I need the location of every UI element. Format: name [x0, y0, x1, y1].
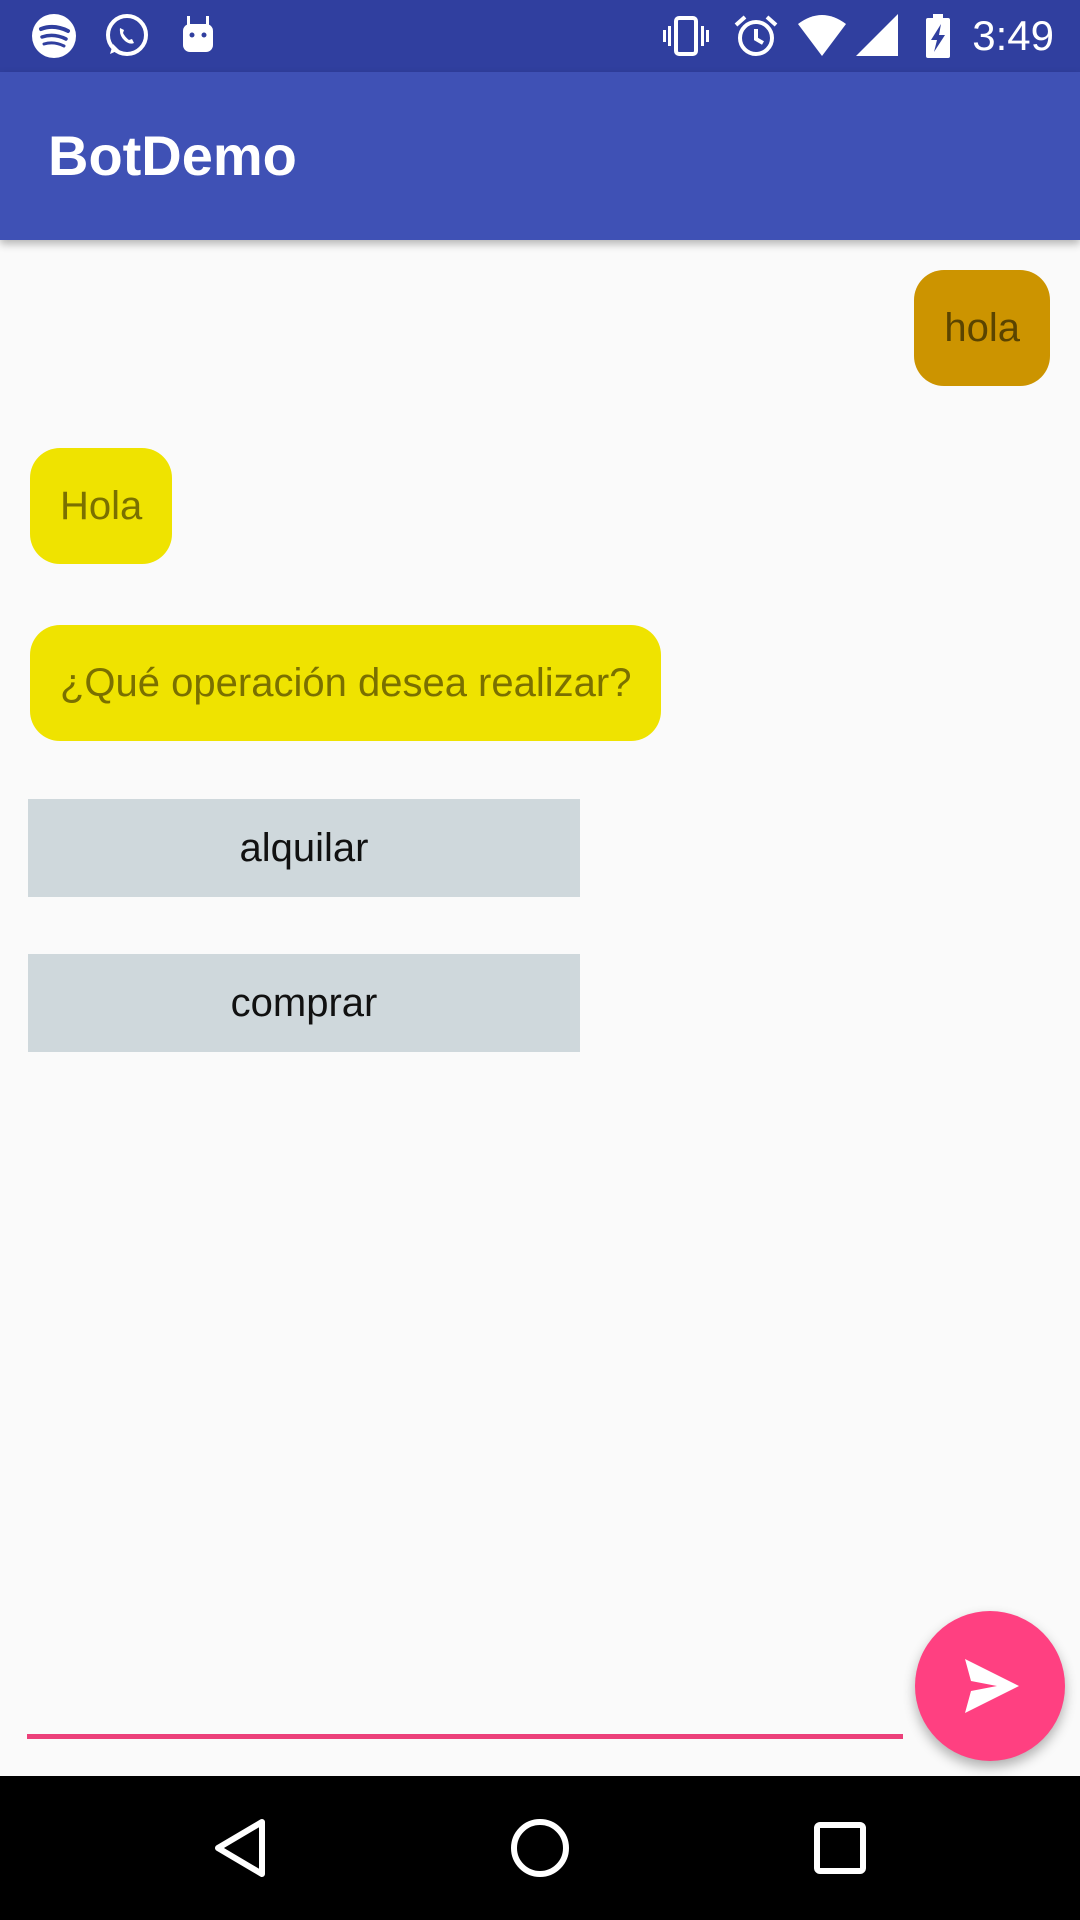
- user-message-bubble: hola: [914, 270, 1050, 386]
- battery-charging-icon: [914, 12, 962, 60]
- message-input[interactable]: [27, 1640, 903, 1734]
- wifi-icon: [798, 12, 846, 60]
- status-time: 3:49: [972, 12, 1054, 59]
- spotify-icon: [30, 12, 78, 60]
- option-button-comprar[interactable]: comprar: [28, 954, 580, 1052]
- vibrate-icon: [662, 12, 710, 60]
- send-icon: [915, 1611, 1065, 1761]
- android-debug-icon: [174, 12, 222, 60]
- app-title: BotDemo: [48, 124, 297, 187]
- status-bar: 3:49: [0, 0, 1080, 72]
- send-button[interactable]: [915, 1611, 1065, 1761]
- chat-list[interactable]: hola Hola ¿Qué operación desea realizar?…: [0, 240, 1080, 1776]
- recent-apps-icon[interactable]: [790, 1798, 890, 1898]
- navigation-bar: [0, 1776, 1080, 1920]
- bot-message-bubble: ¿Qué operación desea realizar?: [30, 625, 662, 741]
- option-button-alquilar[interactable]: alquilar: [28, 799, 580, 897]
- screen: 3:49 BotDemo hola Hola ¿Qué operación de…: [0, 0, 1080, 1920]
- home-icon[interactable]: [490, 1798, 590, 1898]
- signal-icon: [854, 12, 902, 60]
- input-underline: [27, 1734, 903, 1739]
- bot-message-bubble: Hola: [30, 448, 173, 564]
- back-icon[interactable]: [190, 1798, 290, 1898]
- message-input-container: [27, 1640, 903, 1740]
- app-bar: BotDemo: [0, 72, 1080, 240]
- alarm-icon: [732, 12, 780, 60]
- whatsapp-icon: [102, 12, 150, 60]
